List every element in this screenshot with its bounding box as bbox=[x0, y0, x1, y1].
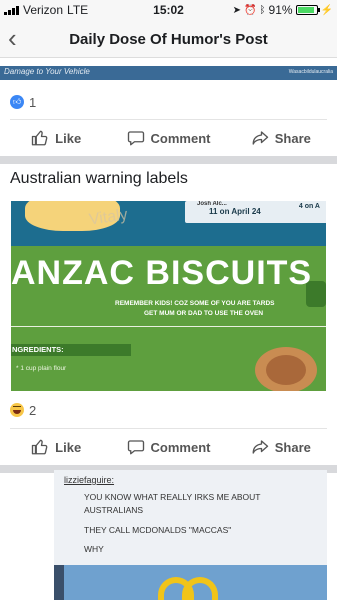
comment-label: Comment bbox=[150, 439, 211, 455]
haha-reaction-icon bbox=[10, 403, 24, 417]
post1-image[interactable]: Damage to Your Vehicle Wasacbildulaucral… bbox=[0, 66, 337, 80]
feed-separator bbox=[0, 156, 337, 164]
post1-like-button[interactable]: Like bbox=[0, 120, 112, 156]
post2-text: Australian warning labels bbox=[10, 170, 188, 187]
post2-reaction-count: 2 bbox=[29, 402, 37, 418]
photo-username: lizziefaguire: bbox=[64, 475, 115, 485]
photo-line2: AUSTRALIANS bbox=[84, 505, 144, 515]
photo-warning-line2: GET MUM OR DAD TO USE THE OVEN bbox=[144, 310, 264, 317]
photo-ingredient: * 1 cup plain flour bbox=[16, 365, 67, 372]
post2-actions: Like Comment Share bbox=[0, 429, 337, 465]
photo-card-date: 11 on April 24 bbox=[209, 207, 261, 216]
photo-name-card: Josh Alc... 11 on April 24 4 on A bbox=[185, 201, 326, 223]
post2-share-button[interactable]: Share bbox=[225, 429, 337, 465]
location-icon: ➤ bbox=[232, 4, 242, 16]
post3-photo[interactable]: lizziefaguire: YOU KNOW WHAT REALLY IRKS… bbox=[54, 470, 327, 600]
photo-line3: THEY CALL MCDONALDS "MACCAS" bbox=[84, 525, 232, 535]
charging-icon: ⚡ bbox=[320, 4, 333, 16]
post1-comment-button[interactable]: Comment bbox=[112, 120, 224, 156]
post1-reaction-count: 1 bbox=[29, 94, 37, 110]
bluetooth-icon: ᛒ bbox=[259, 4, 266, 16]
post2-comment-button[interactable]: Comment bbox=[112, 429, 224, 465]
photo-ingredients-bar: NGREDIENTS: bbox=[11, 344, 131, 356]
share-icon bbox=[252, 131, 268, 145]
photo-card-right: 4 on A bbox=[298, 203, 320, 210]
share-icon bbox=[252, 440, 268, 454]
comment-icon bbox=[127, 440, 144, 455]
alarm-icon: ⏰ bbox=[244, 4, 257, 16]
like-label: Like bbox=[55, 439, 82, 455]
photo-biscuit-center bbox=[266, 355, 306, 385]
like-label: Like bbox=[55, 130, 82, 146]
photo-line4: WHY bbox=[84, 544, 104, 554]
photo-headline: ANZAC BISCUITS bbox=[11, 254, 313, 292]
photo-line1: YOU KNOW WHAT REALLY IRKS ME ABOUT bbox=[84, 492, 261, 502]
battery-percent: 91% bbox=[268, 3, 293, 17]
comment-label: Comment bbox=[150, 130, 211, 146]
post2-reactions[interactable]: 2 bbox=[10, 402, 36, 418]
post1-share-button[interactable]: Share bbox=[225, 120, 337, 156]
nav-bar: ‹ Daily Dose Of Humor's Post bbox=[0, 20, 337, 58]
like-reaction-icon: 👍︎ bbox=[10, 95, 24, 109]
post1-image-caption: Damage to Your Vehicle bbox=[4, 67, 90, 76]
post2-like-button[interactable]: Like bbox=[0, 429, 112, 465]
share-label: Share bbox=[274, 439, 311, 455]
thumbs-up-icon bbox=[31, 130, 48, 146]
post1-actions: Like Comment Share bbox=[0, 120, 337, 156]
battery-icon bbox=[295, 5, 320, 15]
thumbs-up-icon bbox=[31, 439, 48, 455]
post1-image-watermark: Wasacbildulaucralia bbox=[288, 69, 333, 75]
photo-rule bbox=[11, 326, 326, 327]
share-label: Share bbox=[274, 130, 311, 146]
status-right: ➤ ⏰ ᛒ 91% ⚡ bbox=[233, 3, 333, 17]
photo-ingredients-label: NGREDIENTS: bbox=[12, 345, 64, 354]
post2-photo[interactable]: Vitaly Josh Alc... 11 on April 24 4 on A… bbox=[11, 201, 326, 391]
post1-reactions[interactable]: 👍︎ 1 bbox=[10, 94, 36, 110]
status-bar: Verizon LTE 15:02 ➤ ⏰ ᛒ 91% ⚡ bbox=[0, 0, 337, 20]
photo-warning-line1: REMEMBER KIDS! COZ SOME OF YOU ARE TARDS bbox=[115, 300, 275, 307]
page-title: Daily Dose Of Humor's Post bbox=[69, 31, 268, 48]
comment-icon bbox=[127, 131, 144, 146]
